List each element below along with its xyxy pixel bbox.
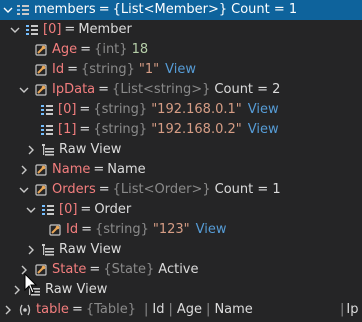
var-name: Name [52, 162, 91, 177]
raw-view-label: Raw View [59, 142, 122, 157]
tree-row-ip-rawview[interactable]: Raw View [0, 140, 362, 160]
var-type: {State} [103, 262, 155, 277]
var-name: IpData [52, 82, 96, 97]
tree-row-state[interactable]: State = {State} Active [0, 260, 362, 280]
tree-row-name[interactable]: Name = Name [0, 160, 362, 180]
property-wrench-icon [35, 44, 47, 56]
tree-row-order-id[interactable]: Id = {string} "123" View [0, 220, 362, 240]
chevron-right-icon[interactable] [10, 280, 24, 300]
raw-view-label: Raw View [45, 282, 108, 297]
chevron-down-icon[interactable] [1, 0, 15, 20]
tree-row-age[interactable]: Age = {int} 18 [0, 40, 362, 60]
var-value: Active [158, 262, 199, 277]
var-name: [1] [58, 122, 77, 137]
tree-row-table[interactable]: table = {Table} | Id | Age | Name | Ip [0, 300, 362, 320]
list-icon [17, 5, 29, 15]
var-name: [0] [59, 202, 78, 217]
tree-row-order0[interactable]: [0] = Order [0, 200, 362, 220]
list-item-icon [42, 205, 54, 215]
property-wrench-icon [35, 264, 47, 276]
var-type: {List<Member>} [112, 2, 228, 17]
tree-row-ip0[interactable]: [0] = {string} "192.168.0.1" View [0, 100, 362, 120]
table-col-age: Age [176, 302, 203, 317]
variable-icon [19, 304, 31, 316]
view-link[interactable]: View [190, 220, 227, 240]
var-value: Member [78, 22, 132, 37]
var-name: members [34, 2, 96, 17]
tree-row-ip1[interactable]: [1] = {string} "192.168.0.2" View [0, 120, 362, 140]
tree-row-orders-rawview[interactable]: Raw View [0, 240, 362, 260]
var-value: "1" [138, 62, 160, 77]
var-type: {string} [95, 222, 149, 237]
list-item-icon [26, 25, 38, 35]
chevron-right-icon[interactable] [17, 160, 31, 180]
table-col-name: Name [214, 302, 253, 317]
var-name: table [36, 302, 69, 317]
var-name: Age [52, 42, 78, 57]
tree-row-members[interactable]: members = {List<Member>} Count = 1 [0, 0, 362, 20]
watch-tree: members = {List<Member>} Count = 1 [0] =… [0, 0, 362, 322]
property-wrench-icon [49, 224, 61, 236]
var-value: Name [107, 162, 146, 177]
list-item-icon [41, 125, 53, 135]
var-name: Id [52, 62, 65, 77]
table-col-ip: Ip [346, 302, 359, 317]
tree-row-id[interactable]: Id = {string} "1" View [0, 60, 362, 80]
chevron-right-icon[interactable] [17, 260, 31, 280]
var-type: {List<string>} [112, 82, 211, 97]
var-value: Count = 1 [214, 182, 281, 197]
var-type: {string} [81, 62, 135, 77]
var-type: {int} [94, 42, 128, 57]
tree-row-orders[interactable]: Orders = {List<Order>} Count = 1 [0, 180, 362, 200]
var-name: [0] [58, 102, 77, 117]
view-link[interactable]: View [159, 60, 196, 80]
var-type: {Table} [85, 302, 137, 317]
raw-view-icon [42, 144, 54, 156]
var-type: {List<Order>} [112, 182, 211, 197]
var-value: 18 [131, 42, 149, 57]
var-name: Id [66, 222, 79, 237]
var-value: "123" [152, 222, 190, 237]
property-wrench-icon [35, 184, 47, 196]
raw-view-icon [28, 284, 40, 296]
tree-row-item0[interactable]: [0] = Member [0, 20, 362, 40]
var-name: Orders [52, 182, 96, 197]
var-value: Count = 2 [214, 82, 281, 97]
var-value: "192.168.0.1" [151, 102, 242, 117]
var-value: "192.168.0.2" [151, 122, 242, 137]
chevron-down-icon[interactable] [24, 200, 38, 220]
tree-row-ipdata[interactable]: IpData = {List<string>} Count = 2 [0, 80, 362, 100]
var-value: Count = 1 [231, 2, 298, 17]
chevron-right-icon[interactable] [24, 240, 38, 260]
var-name: [0] [43, 22, 62, 37]
chevron-right-icon[interactable] [24, 140, 38, 160]
list-item-icon [41, 105, 53, 115]
table-col-id: Id [152, 302, 165, 317]
property-wrench-icon [35, 164, 47, 176]
chevron-down-icon[interactable] [17, 80, 31, 100]
property-wrench-icon [35, 64, 47, 76]
raw-view-icon [42, 244, 54, 256]
view-link[interactable]: View [242, 100, 279, 120]
var-type: {string} [93, 102, 148, 117]
chevron-right-icon[interactable] [1, 300, 15, 320]
view-link[interactable]: View [242, 120, 279, 140]
chevron-down-icon[interactable] [17, 180, 31, 200]
var-name: State [52, 262, 87, 277]
property-wrench-icon [35, 84, 47, 96]
chevron-down-icon[interactable] [8, 20, 22, 40]
var-value: Order [94, 202, 132, 217]
raw-view-label: Raw View [59, 242, 122, 257]
var-type: {string} [93, 122, 148, 137]
tree-row-root-rawview[interactable]: Raw View [0, 280, 362, 300]
